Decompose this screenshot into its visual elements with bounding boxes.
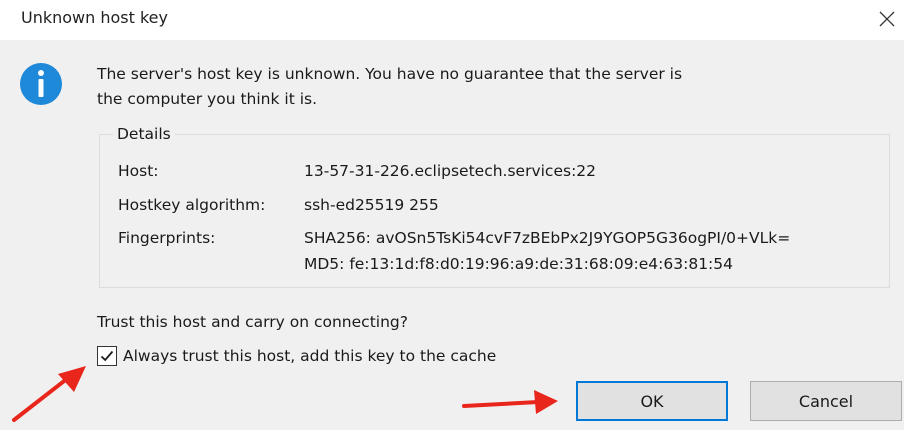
fingerprint-md5: MD5: fe:13:1d:f8:d0:19:96:a9:de:31:68:09…	[304, 255, 734, 273]
close-icon	[879, 11, 895, 27]
trust-question: Trust this host and carry on connecting?	[97, 313, 408, 331]
window-title: Unknown host key	[21, 8, 168, 27]
cancel-button[interactable]: Cancel	[750, 381, 902, 421]
title-bar: Unknown host key	[0, 0, 904, 40]
always-trust-label: Always trust this host, add this key to …	[123, 347, 497, 365]
algorithm-value: ssh-ed25519 255	[304, 196, 439, 214]
fingerprint-sha256: SHA256: avOSn5TsKi54cvF7zBEbPx2J9YGOP5G3…	[304, 229, 791, 247]
message-line-2: the computer you think it is.	[97, 90, 318, 108]
details-legend: Details	[113, 125, 175, 143]
always-trust-checkbox[interactable]	[97, 346, 117, 366]
host-value: 13-57-31-226.eclipsetech.services:22	[304, 162, 597, 180]
info-icon	[20, 63, 62, 105]
message-line-1: The server's host key is unknown. You ha…	[97, 65, 683, 83]
always-trust-checkbox-row[interactable]: Always trust this host, add this key to …	[97, 346, 496, 366]
annotation-arrow-checkbox	[12, 366, 86, 422]
annotation-arrow-ok	[462, 390, 558, 414]
host-label: Host:	[118, 162, 159, 180]
checkmark-icon	[100, 350, 114, 362]
ok-button[interactable]: OK	[576, 381, 728, 421]
algorithm-label: Hostkey algorithm:	[118, 196, 266, 214]
warning-message: The server's host key is unknown. You ha…	[97, 62, 857, 112]
fingerprints-label: Fingerprints:	[118, 229, 216, 247]
close-button[interactable]	[872, 4, 902, 34]
dialog-body: The server's host key is unknown. You ha…	[0, 40, 904, 430]
